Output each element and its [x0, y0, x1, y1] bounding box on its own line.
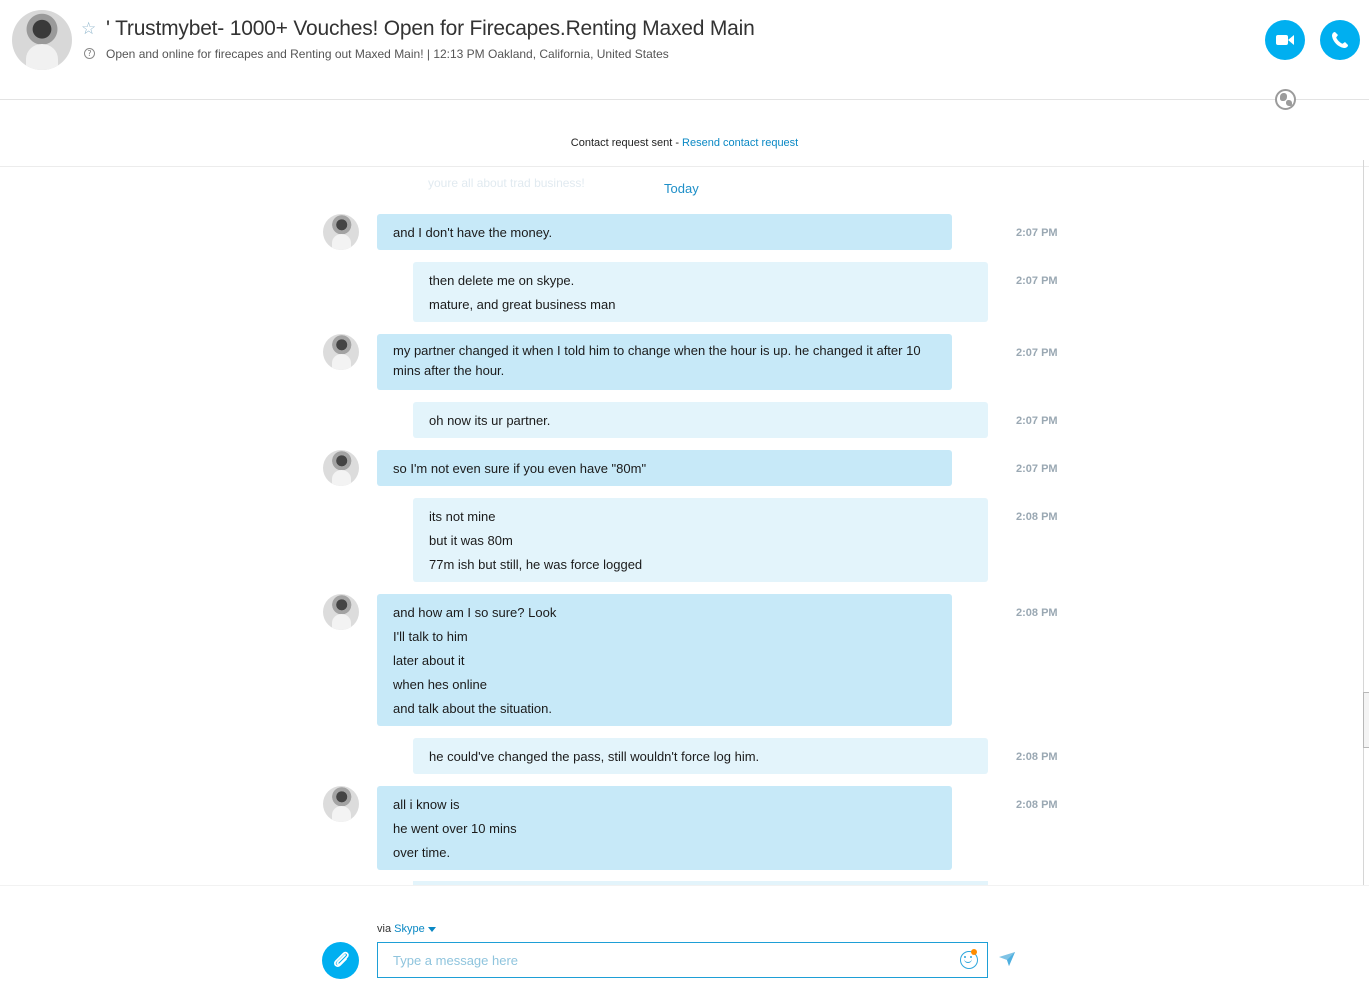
message-input-box[interactable] — [377, 942, 988, 978]
video-camera-icon — [1276, 35, 1294, 45]
message-text: and I don't have the money. — [393, 225, 553, 240]
contact-avatar-small[interactable] — [323, 594, 359, 630]
via-service-selector[interactable]: via Skype — [377, 923, 436, 935]
incoming-message[interactable]: my partner changed it when I told him to… — [377, 334, 952, 390]
globe-icon[interactable] — [1275, 89, 1296, 110]
message-text: and talk about the situation. — [393, 701, 553, 716]
contact-avatar[interactable] — [12, 10, 72, 70]
message-text: so I'm not even sure if you even have "8… — [393, 461, 647, 476]
favorite-star-icon[interactable]: ☆ — [81, 19, 96, 39]
message-text: but it was 80m — [429, 533, 513, 548]
faded-previous-message: youre all about trad business! — [428, 176, 585, 190]
message-text: he went over 10 mins — [393, 821, 517, 836]
message-text: over time. — [393, 845, 451, 860]
resend-contact-request-link[interactable]: Resend contact request — [682, 137, 798, 149]
message-time: 2:07 PM — [1016, 463, 1058, 475]
message-text: and how am I so sure? Look — [393, 605, 557, 620]
divider — [0, 885, 1369, 886]
message-text: all i know is — [393, 797, 460, 812]
via-label: via — [377, 923, 395, 935]
message-text: my partner changed it when I told him to… — [393, 343, 921, 378]
message-time: 2:07 PM — [1016, 227, 1058, 239]
contact-avatar-small[interactable] — [323, 450, 359, 486]
contact-name-title: ' Trustmybet- 1000+ Vouches! Open for Fi… — [106, 17, 755, 40]
phone-icon — [1332, 32, 1348, 48]
message-text: I'll talk to him — [393, 629, 468, 644]
message-text: later about it — [393, 653, 465, 668]
divider — [0, 166, 1369, 167]
message-time: 2:07 PM — [1016, 347, 1058, 359]
attach-button[interactable] — [322, 942, 359, 979]
date-separator: Today — [664, 181, 699, 196]
message-text: then delete me on skype. — [429, 273, 575, 288]
chevron-down-icon[interactable] — [427, 926, 436, 932]
outgoing-message[interactable]: he could've changed the pass, still woul… — [413, 738, 988, 774]
mood-info-icon: ? — [84, 48, 95, 59]
send-icon[interactable] — [998, 951, 1016, 967]
message-time: 2:08 PM — [1016, 751, 1058, 763]
message-time: 2:08 PM — [1016, 607, 1058, 619]
message-text: its not mine — [429, 509, 496, 524]
contact-avatar-small[interactable] — [323, 786, 359, 822]
incoming-message[interactable]: all i know is he went over 10 mins over … — [377, 786, 952, 870]
incoming-message[interactable]: and I don't have the money. — [377, 214, 952, 250]
incoming-message[interactable]: and how am I so sure? Look I'll talk to … — [377, 594, 952, 726]
video-call-button[interactable] — [1265, 20, 1305, 60]
message-time: 2:08 PM — [1016, 511, 1058, 523]
scrollbar-thumb[interactable] — [1363, 692, 1369, 748]
audio-call-button[interactable] — [1320, 20, 1360, 60]
outgoing-message[interactable]: then delete me on skype. mature, and gre… — [413, 262, 988, 322]
incoming-message[interactable]: so I'm not even sure if you even have "8… — [377, 450, 952, 486]
contact-avatar-small[interactable] — [323, 214, 359, 250]
scrollbar-track[interactable] — [1363, 160, 1364, 885]
contact-request-notice: Contact request sent - Resend contact re… — [0, 137, 1369, 149]
message-time: 2:07 PM — [1016, 415, 1058, 427]
message-text: when hes online — [393, 677, 487, 692]
via-service-name[interactable]: Skype — [394, 923, 425, 935]
message-time: 2:07 PM — [1016, 275, 1058, 287]
divider — [1306, 99, 1369, 100]
divider — [0, 99, 1262, 100]
emoji-notification-dot — [971, 949, 977, 955]
message-text: 77m ish but still, he was force logged — [429, 557, 643, 572]
contact-mood-and-location: Open and online for firecapes and Rentin… — [106, 47, 669, 61]
contact-avatar-small[interactable] — [323, 334, 359, 370]
contact-request-text: Contact request sent - — [570, 137, 683, 149]
message-text: oh now its ur partner. — [429, 413, 551, 428]
outgoing-message[interactable]: its not mine but it was 80m 77m ish but … — [413, 498, 988, 582]
message-time: 2:08 PM — [1016, 799, 1058, 811]
message-text: he could've changed the pass, still woul… — [429, 749, 760, 764]
paperclip-icon — [334, 951, 349, 967]
message-text: mature, and great business man — [429, 297, 616, 312]
message-input[interactable] — [378, 943, 948, 977]
outgoing-message[interactable]: oh now its ur partner. — [413, 402, 988, 438]
conversation-header: ☆ ' Trustmybet- 1000+ Vouches! Open for … — [0, 0, 1369, 100]
